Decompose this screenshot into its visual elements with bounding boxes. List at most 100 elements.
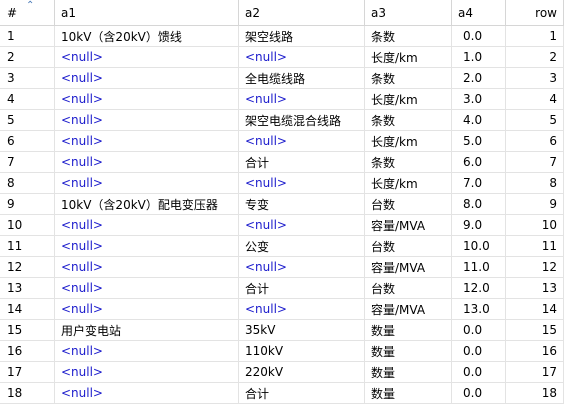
cell-a2[interactable]: <null> xyxy=(239,47,365,67)
cell-idx[interactable]: 1 xyxy=(0,26,55,46)
cell-a4[interactable]: 4.0 xyxy=(452,110,506,130)
cell-row[interactable]: 11 xyxy=(506,236,564,256)
cell-a2[interactable]: <null> xyxy=(239,299,365,319)
cell-idx[interactable]: 15 xyxy=(0,320,55,340)
cell-a4[interactable]: 13.0 xyxy=(452,299,506,319)
cell-row[interactable]: 2 xyxy=(506,47,564,67)
cell-a2[interactable]: 公变 xyxy=(239,236,365,256)
cell-a4[interactable]: 0.0 xyxy=(452,320,506,340)
cell-row[interactable]: 5 xyxy=(506,110,564,130)
cell-a3[interactable]: 数量 xyxy=(365,320,452,340)
table-row[interactable]: 12 <null> <null> 容量/MVA 11.0 12 xyxy=(0,257,564,278)
column-header-a3[interactable]: a3 xyxy=(365,0,452,25)
table-row[interactable]: 16 <null> 110kV 数量 0.0 16 xyxy=(0,341,564,362)
cell-a2[interactable]: <null> xyxy=(239,131,365,151)
cell-a2[interactable]: 35kV xyxy=(239,320,365,340)
cell-a4[interactable]: 1.0 xyxy=(452,47,506,67)
table-row[interactable]: 11 <null> 公变 台数 10.0 11 xyxy=(0,236,564,257)
cell-a3[interactable]: 条数 xyxy=(365,68,452,88)
cell-row[interactable]: 10 xyxy=(506,215,564,235)
cell-row[interactable]: 3 xyxy=(506,68,564,88)
cell-a1[interactable]: <null> xyxy=(55,236,239,256)
cell-row[interactable]: 1 xyxy=(506,26,564,46)
cell-a3[interactable]: 条数 xyxy=(365,26,452,46)
cell-a3[interactable]: 数量 xyxy=(365,341,452,361)
cell-a3[interactable]: 台数 xyxy=(365,194,452,214)
cell-idx[interactable]: 2 xyxy=(0,47,55,67)
cell-a4[interactable]: 0.0 xyxy=(452,383,506,403)
column-header-row-number[interactable]: row xyxy=(506,0,564,25)
table-row[interactable]: 4 <null> <null> 长度/km 3.0 4 xyxy=(0,89,564,110)
cell-a4[interactable]: 3.0 xyxy=(452,89,506,109)
cell-a3[interactable]: 长度/km xyxy=(365,89,452,109)
cell-a1[interactable]: <null> xyxy=(55,89,239,109)
cell-a4[interactable]: 11.0 xyxy=(452,257,506,277)
cell-a2[interactable]: <null> xyxy=(239,89,365,109)
cell-idx[interactable]: 7 xyxy=(0,152,55,172)
cell-row[interactable]: 16 xyxy=(506,341,564,361)
cell-a3[interactable]: 容量/MVA xyxy=(365,257,452,277)
cell-row[interactable]: 17 xyxy=(506,362,564,382)
cell-a2[interactable]: 架空电缆混合线路 xyxy=(239,110,365,130)
cell-a2[interactable]: 架空线路 xyxy=(239,26,365,46)
cell-a4[interactable]: 9.0 xyxy=(452,215,506,235)
cell-a3[interactable]: 台数 xyxy=(365,236,452,256)
cell-a3[interactable]: 条数 xyxy=(365,152,452,172)
result-grid[interactable]: # ⌃ a1 a2 a3 a4 row 1 10kV（含20kV）馈线 架空线路 条数… xyxy=(0,0,564,409)
cell-a4[interactable]: 0.0 xyxy=(452,362,506,382)
table-row[interactable]: 7 <null> 合计 条数 6.0 7 xyxy=(0,152,564,173)
table-row[interactable]: 6 <null> <null> 长度/km 5.0 6 xyxy=(0,131,564,152)
cell-a1[interactable]: <null> xyxy=(55,383,239,403)
cell-a4[interactable]: 10.0 xyxy=(452,236,506,256)
column-header-index[interactable]: # ⌃ xyxy=(0,0,55,25)
cell-a4[interactable]: 0.0 xyxy=(452,341,506,361)
cell-idx[interactable]: 10 xyxy=(0,215,55,235)
column-header-a2[interactable]: a2 xyxy=(239,0,365,25)
table-row[interactable]: 14 <null> <null> 容量/MVA 13.0 14 xyxy=(0,299,564,320)
cell-idx[interactable]: 11 xyxy=(0,236,55,256)
cell-a4[interactable]: 0.0 xyxy=(452,26,506,46)
cell-idx[interactable]: 5 xyxy=(0,110,55,130)
cell-a2[interactable]: 220kV xyxy=(239,362,365,382)
cell-row[interactable]: 12 xyxy=(506,257,564,277)
table-row[interactable]: 5 <null> 架空电缆混合线路 条数 4.0 5 xyxy=(0,110,564,131)
cell-a1[interactable]: <null> xyxy=(55,173,239,193)
cell-a4[interactable]: 7.0 xyxy=(452,173,506,193)
table-row[interactable]: 2 <null> <null> 长度/km 1.0 2 xyxy=(0,47,564,68)
cell-a1[interactable]: 用户变电站 xyxy=(55,320,239,340)
cell-idx[interactable]: 9 xyxy=(0,194,55,214)
cell-a4[interactable]: 5.0 xyxy=(452,131,506,151)
cell-a2[interactable]: <null> xyxy=(239,215,365,235)
cell-a1[interactable]: 10kV（含20kV）配电变压器 xyxy=(55,194,239,214)
table-row[interactable]: 17 <null> 220kV 数量 0.0 17 xyxy=(0,362,564,383)
cell-a2[interactable]: 专变 xyxy=(239,194,365,214)
cell-idx[interactable]: 17 xyxy=(0,362,55,382)
cell-a3[interactable]: 台数 xyxy=(365,278,452,298)
cell-a2[interactable]: 110kV xyxy=(239,341,365,361)
column-header-a4[interactable]: a4 xyxy=(452,0,506,25)
cell-a1[interactable]: <null> xyxy=(55,299,239,319)
cell-a2[interactable]: 合计 xyxy=(239,278,365,298)
cell-a1[interactable]: <null> xyxy=(55,278,239,298)
table-row[interactable]: 10 <null> <null> 容量/MVA 9.0 10 xyxy=(0,215,564,236)
cell-a1[interactable]: <null> xyxy=(55,47,239,67)
cell-row[interactable]: 15 xyxy=(506,320,564,340)
cell-a1[interactable]: 10kV（含20kV）馈线 xyxy=(55,26,239,46)
cell-a3[interactable]: 长度/km xyxy=(365,47,452,67)
cell-a4[interactable]: 12.0 xyxy=(452,278,506,298)
cell-idx[interactable]: 4 xyxy=(0,89,55,109)
cell-a3[interactable]: 长度/km xyxy=(365,173,452,193)
cell-row[interactable]: 6 xyxy=(506,131,564,151)
table-row[interactable]: 9 10kV（含20kV）配电变压器 专变 台数 8.0 9 xyxy=(0,194,564,215)
cell-a1[interactable]: <null> xyxy=(55,110,239,130)
cell-idx[interactable]: 6 xyxy=(0,131,55,151)
cell-idx[interactable]: 3 xyxy=(0,68,55,88)
cell-row[interactable]: 7 xyxy=(506,152,564,172)
cell-a2[interactable]: <null> xyxy=(239,257,365,277)
cell-a1[interactable]: <null> xyxy=(55,257,239,277)
cell-row[interactable]: 14 xyxy=(506,299,564,319)
cell-row[interactable]: 9 xyxy=(506,194,564,214)
cell-idx[interactable]: 18 xyxy=(0,383,55,403)
cell-a2[interactable]: <null> xyxy=(239,173,365,193)
cell-a3[interactable]: 容量/MVA xyxy=(365,215,452,235)
